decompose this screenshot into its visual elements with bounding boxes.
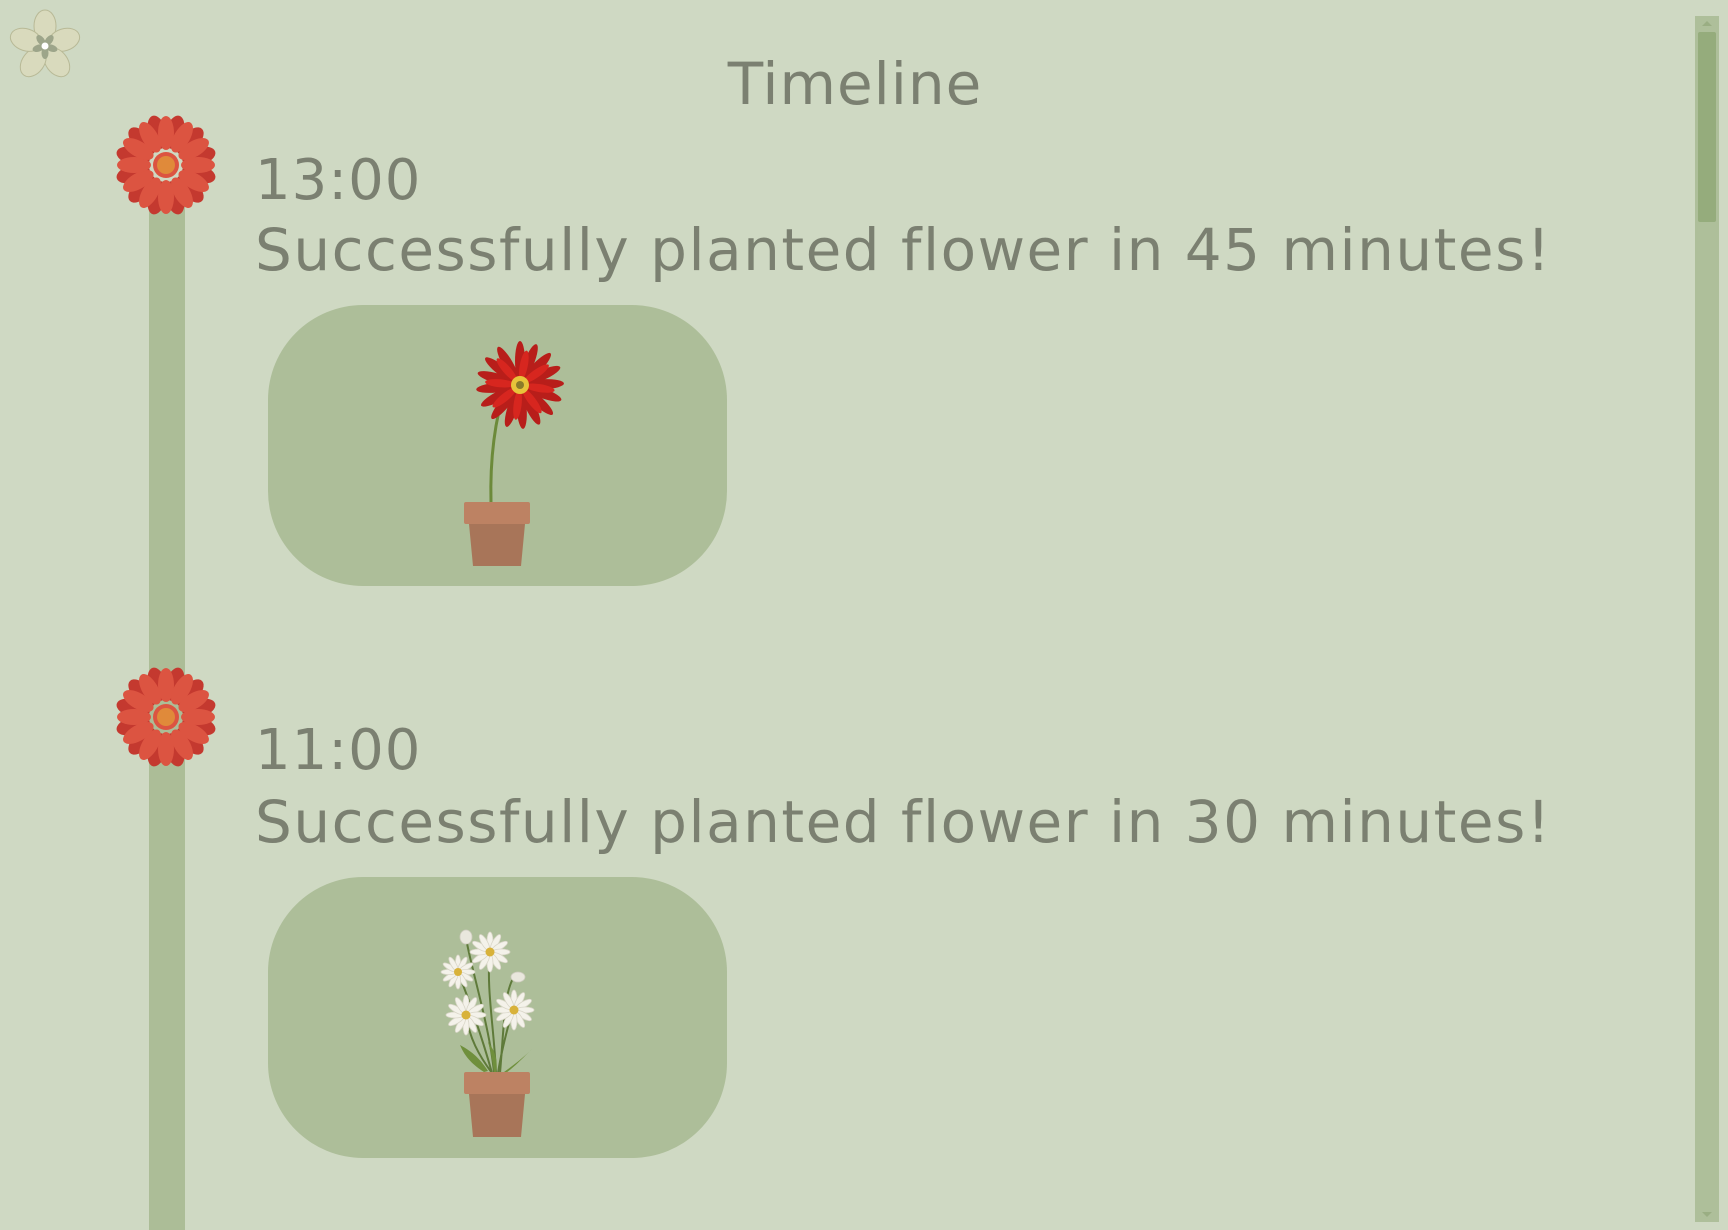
timeline-node-flower-icon [111,662,221,772]
scroll-up-arrow-icon[interactable] [1695,16,1719,32]
entry-time: 11:00 [255,718,422,783]
white-daisies-in-pot-icon [440,929,535,1137]
timeline-page: Timeline 13:00 Successfully planted flow… [0,0,1728,1230]
scrollbar-thumb[interactable] [1698,32,1716,222]
page-title: Timeline [727,50,983,118]
entry-time: 13:00 [255,148,422,213]
scroll-down-arrow-icon[interactable] [1695,1206,1719,1222]
vertical-scrollbar[interactable] [1695,16,1719,1222]
flower-card [268,877,727,1158]
entry-message: Successfully planted flower in 45 minute… [255,216,1552,284]
timeline-node-flower-icon [111,110,221,220]
flower-card [268,305,727,586]
red-gerbera-in-pot-icon [464,341,564,566]
entry-message: Successfully planted flower in 30 minute… [255,788,1552,856]
